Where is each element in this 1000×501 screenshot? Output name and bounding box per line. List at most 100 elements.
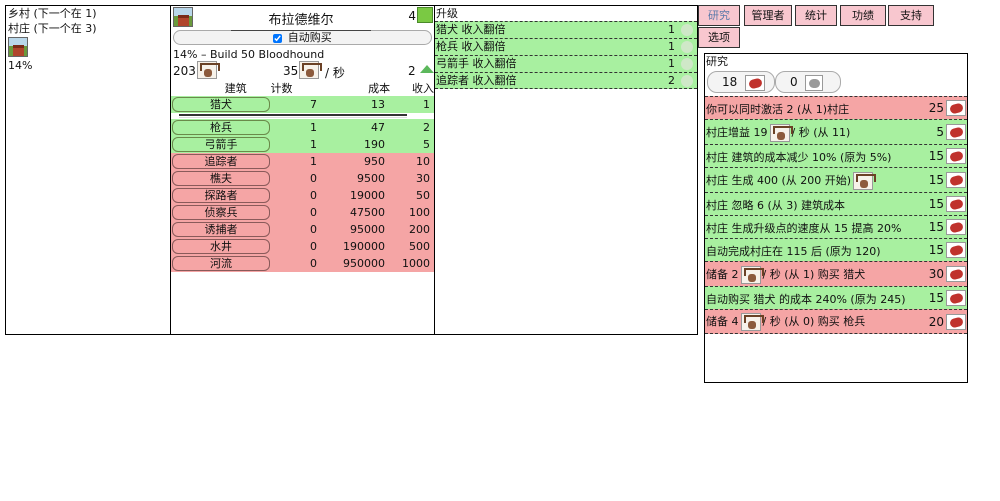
meat-resource: 18 [707,71,775,93]
upgrade-cost: 1 [668,57,675,70]
tab-4[interactable]: 支持 [888,5,934,26]
research-text-b: / 秒 (从 1) 购买 猎犬 [762,268,866,281]
village-tier-village[interactable]: 村庄 (下一个在 3) [6,21,170,36]
building-count: 0 [310,257,317,270]
deer-icon [197,61,220,79]
upgrades-title: 升级 [436,7,458,20]
village-house-icon[interactable] [8,37,28,57]
autobuy-checkbox[interactable] [273,33,283,43]
research-cost: 15 [928,243,944,257]
research-item[interactable]: 村庄 建筑的成本减少 10% (原为 5%) 15 [705,144,967,167]
building-count: 0 [310,172,317,185]
upgrade-cost: 1 [668,23,675,36]
village-tier-hamlet[interactable]: 乡村 (下一个在 1) [6,6,170,21]
research-text: 自动完成村庄在 115 后 (原为 120) [706,245,881,258]
village-thumb-row [6,36,170,58]
upgrade-point-icon [681,41,693,53]
research-item[interactable]: 自动完成村庄在 115 后 (原为 120) 15 [705,238,967,261]
meat-icon [946,172,966,188]
research-text-b: / 秒 (从 0) 购买 枪兵 [762,315,866,328]
tab-5[interactable]: 选项 [698,27,740,48]
research-item[interactable]: 村庄增益 19 / 秒 (从 11) 5 [705,119,967,144]
meat-icon [946,100,966,116]
upgrades-panel: 升级 猎犬 收入翻倍 1 枪兵 收入翻倍 1 弓箭手 收入翻倍 1 追踪者 收入翻倍 2 [434,5,698,335]
upgrade-item[interactable]: 枪兵 收入翻倍 1 [435,38,697,55]
research-item[interactable]: 村庄 忽略 6 (从 3) 建筑成本 15 [705,192,967,215]
building-cost: 190 [364,138,385,151]
buy-building-button[interactable]: 枪兵 [172,120,270,135]
building-count: 7 [310,98,317,111]
research-item[interactable]: 自动购买 猎犬 的成本 240% (原为 245) 15 [705,286,967,309]
research-item[interactable]: 储备 2 / 秒 (从 1) 购买 猎犬 30 [705,261,967,286]
buy-building-button[interactable]: 猎犬 [172,97,270,112]
building-name-cell: 水井 [171,239,271,254]
buy-building-button[interactable]: 诱捕者 [172,222,270,237]
research-text: 村庄 生成升级点的速度从 15 提高 20% [706,222,902,235]
building-row: 河流 0 950000 1000 [171,255,434,272]
building-name-cell: 枪兵 [171,120,271,135]
deer-icon [740,313,764,331]
upgrade-item[interactable]: 猎犬 收入翻倍 1 [435,21,697,38]
autobuy-toggle[interactable]: 自动购买 [173,30,432,45]
tab-0[interactable]: 研究 [698,5,740,26]
building-income: 100 [409,206,430,219]
meat-icon [946,290,966,306]
buy-building-button[interactable]: 樵夫 [172,171,270,186]
meat-icon [946,196,966,212]
buy-building-button[interactable]: 水井 [172,239,270,254]
village-house-icon [173,7,193,27]
building-cost: 47500 [350,206,385,219]
research-cost: 20 [928,314,944,329]
upgrade-cost: 2 [668,74,675,87]
tab-3[interactable]: 功绩 [840,5,886,26]
research-text: 你可以同时激活 2 (从 1)村庄 [706,103,850,116]
deer-icon [299,61,322,79]
upgrade-item[interactable]: 弓箭手 收入翻倍 1 [435,55,697,72]
buy-building-button[interactable]: 侦察兵 [172,205,270,220]
upgrade-arrow-icon [420,65,434,73]
research-item[interactable]: 你可以同时激活 2 (从 1)村庄 25 [705,96,967,119]
research-text: 村庄 生成 400 (从 200 开始) [706,172,877,190]
research-item[interactable]: 储备 4 / 秒 (从 0) 购买 枪兵 20 [705,309,967,334]
building-cost: 47 [371,121,385,134]
building-row: 水井 0 190000 500 [171,238,434,255]
tab-2[interactable]: 统计 [795,5,837,26]
buy-building-button[interactable]: 探路者 [172,188,270,203]
building-cost: 950000 [343,257,385,270]
research-cost: 15 [928,291,944,305]
buy-building-button[interactable]: 弓箭手 [172,137,270,152]
stone-icon [805,74,824,91]
village-count: 4 [408,9,416,23]
research-text: 村庄增益 19 / 秒 (从 11) [706,124,850,142]
building-name-cell: 追踪者 [171,154,271,169]
buy-building-button[interactable]: 河流 [172,256,270,271]
building-count: 0 [310,206,317,219]
meat-icon [946,148,966,164]
building-income: 1 [423,98,430,111]
research-cost: 15 [928,220,944,234]
research-text-a: 村庄增益 19 [706,126,768,139]
building-name-cell: 弓箭手 [171,137,271,152]
buildings-table: 猎犬 7 13 1 枪兵 1 47 2 弓箭手 1 190 5 追踪者 1 950 10 樵夫 0 9500 30 探路… [171,96,434,272]
upgrade-point-icon [681,58,693,70]
research-item[interactable]: 村庄 生成升级点的速度从 15 提高 20% 15 [705,215,967,238]
village-flag-icon[interactable] [417,7,433,23]
building-count: 1 [310,138,317,151]
tab-1[interactable]: 管理者 [744,5,792,26]
research-text: 村庄 忽略 6 (从 3) 建筑成本 [706,199,846,212]
upgrade-point-icon [681,24,693,36]
research-text: 储备 2 / 秒 (从 1) 购买 猎犬 [706,266,865,284]
building-income: 30 [416,172,430,185]
stat-upgrades: 2 [408,64,416,78]
upgrade-item[interactable]: 追踪者 收入翻倍 2 [435,72,697,89]
meat-icon [946,124,966,140]
building-row: 弓箭手 1 190 5 [171,136,434,153]
buy-building-button[interactable]: 追踪者 [172,154,270,169]
building-row: 猎犬 7 13 1 [171,96,434,113]
research-text-b: / 秒 (从 11) [791,126,851,139]
research-text-a: 储备 2 [706,268,739,281]
deer-icon [853,172,877,190]
autobuy-label: 自动购买 [287,31,332,44]
research-item[interactable]: 村庄 生成 400 (从 200 开始) 15 [705,167,967,192]
header-income: 收入 [412,82,434,95]
